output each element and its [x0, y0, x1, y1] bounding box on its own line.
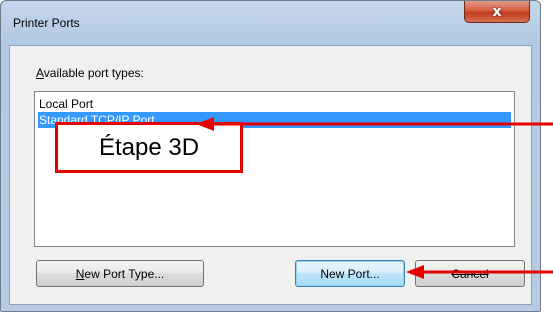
new-port-button[interactable]: New Port... — [295, 260, 405, 287]
window-title: Printer Ports — [13, 16, 80, 30]
title-bar[interactable]: Printer Ports x — [1, 1, 540, 45]
close-button[interactable]: x — [464, 1, 530, 23]
cancel-label: Cancel — [451, 266, 489, 281]
dialog-body: Available port types: Local Port Standar… — [9, 45, 532, 305]
port-types-listbox[interactable]: Local Port Standard TCP/IP Port Étape 3D — [34, 91, 515, 247]
cancel-button[interactable]: Cancel — [415, 260, 525, 287]
new-port-label: New Port... — [320, 266, 380, 281]
available-port-types-label: Available port types: — [36, 66, 144, 80]
list-item-local-port[interactable]: Local Port — [38, 96, 511, 112]
new-port-type-label: New Port Type... — [76, 267, 165, 281]
label-mnemonic: A — [36, 66, 44, 80]
new-port-type-button[interactable]: New Port Type... — [36, 260, 204, 287]
new-port-type-text: ew Port Type... — [84, 266, 165, 281]
printer-ports-dialog: Printer Ports x Available port types: Lo… — [0, 0, 541, 312]
step-annotation-box: Étape 3D — [55, 122, 243, 173]
label-text: vailable port types: — [43, 66, 144, 80]
step-annotation-text: Étape 3D — [98, 133, 200, 161]
close-icon: x — [492, 3, 502, 20]
